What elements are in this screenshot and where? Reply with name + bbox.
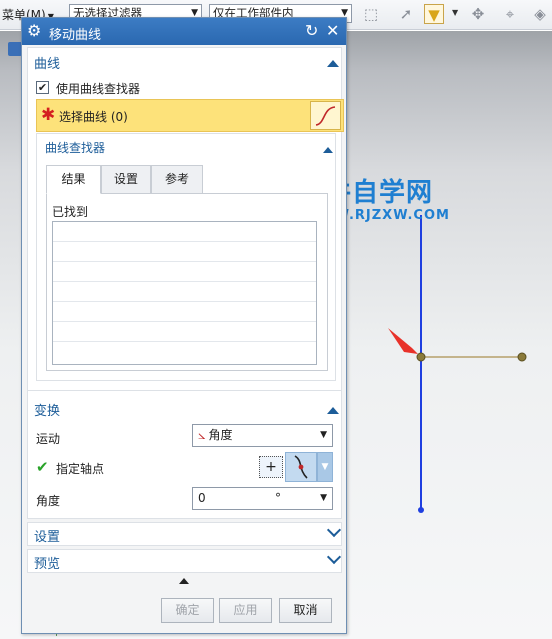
required-asterisk-icon: ✱ (41, 105, 56, 125)
list-item[interactable] (53, 222, 316, 242)
list-item[interactable] (53, 262, 316, 282)
collapse-chevron-up-icon[interactable] (327, 56, 339, 70)
list-item[interactable] (53, 302, 316, 322)
axis-point (416, 352, 426, 362)
axis-point-label: 指定轴点 (56, 462, 105, 476)
list-item[interactable] (53, 242, 316, 262)
curve-finder-title[interactable]: 曲线查找器 (45, 139, 105, 156)
expand-chevron-down-icon[interactable] (326, 549, 342, 565)
preview-section-title[interactable]: 预览 (34, 553, 60, 572)
chevron-down-icon: ▼ (320, 493, 327, 503)
reset-icon[interactable]: ↻ (305, 21, 318, 40)
motion-dropdown[interactable]: ⦣ 角度 ▼ (192, 424, 333, 447)
tab-results[interactable]: 结果 (46, 165, 101, 194)
point-on-curve-icon (294, 455, 308, 479)
settings-section[interactable] (27, 522, 342, 546)
dialog-titlebar[interactable]: ⚙ 移动曲线 ↻ ✕ (22, 18, 346, 45)
select-curve-row[interactable]: ✱ 选择曲线 (0) (36, 99, 344, 132)
preview-section[interactable] (27, 549, 342, 573)
collapse-chevron-up-icon[interactable] (323, 142, 333, 156)
close-icon[interactable]: ✕ (326, 21, 339, 40)
curve-end-point (418, 507, 424, 513)
curve-select-button[interactable] (310, 101, 341, 130)
expand-chevron-down-icon[interactable] (326, 522, 342, 538)
motion-label: 运动 (36, 432, 61, 446)
move-curve-dialog: ⚙ 移动曲线 ↻ ✕ 曲线 ✔ 使用曲线查找器 ✱ 选择曲线 (0) 曲线查找器… (21, 17, 347, 634)
found-list[interactable] (52, 221, 317, 365)
tab-settings[interactable]: 设置 (101, 165, 151, 194)
angle-label: 角度 (36, 494, 61, 508)
gear-icon: ⚙ (27, 21, 42, 40)
use-curve-finder-label: 使用曲线查找器 (56, 82, 141, 96)
red-arrow-icon (388, 328, 418, 354)
point-type-dropdown[interactable]: ▼ (317, 452, 333, 482)
ok-button[interactable]: 确定 (161, 598, 214, 623)
curve-section-title[interactable]: 曲线 (34, 53, 60, 72)
list-item[interactable] (53, 322, 316, 342)
point-type-button[interactable] (285, 452, 317, 482)
angle-value: 0 (198, 491, 206, 505)
chevron-down-icon: ▼ (320, 430, 327, 440)
curve-icon (315, 106, 336, 126)
motion-value: 角度 (208, 428, 233, 442)
list-item[interactable] (53, 282, 316, 302)
settings-section-title[interactable]: 设置 (34, 526, 60, 545)
angle-unit: ° (275, 491, 281, 505)
transform-section-title[interactable]: 变换 (34, 400, 60, 419)
use-curve-finder-checkbox[interactable]: ✔ (36, 81, 49, 94)
dialog-title: 移动曲线 (49, 28, 102, 43)
angle-icon: ⦣ (198, 428, 206, 443)
found-label: 已找到 (52, 205, 89, 219)
point-dialog-button[interactable]: + (259, 456, 283, 478)
check-icon: ✔ (36, 458, 49, 476)
collapse-dialog-arrow-icon[interactable] (179, 578, 189, 584)
list-item[interactable] (53, 342, 316, 362)
angle-input[interactable]: 0 ° ▼ (192, 487, 333, 510)
line-end-point (517, 352, 527, 362)
cancel-button[interactable]: 取消 (279, 598, 332, 623)
tab-reference[interactable]: 参考 (151, 165, 203, 194)
collapse-chevron-up-icon[interactable] (327, 403, 339, 417)
select-curve-label: 选择曲线 (0) (59, 110, 128, 124)
apply-button[interactable]: 应用 (219, 598, 272, 623)
